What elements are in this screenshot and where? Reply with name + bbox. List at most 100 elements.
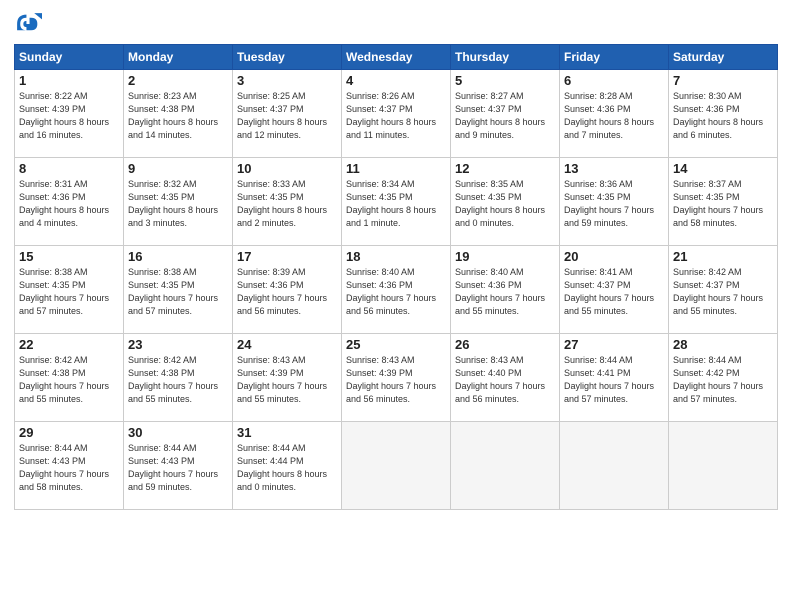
day-info: Sunrise: 8:35 AM Sunset: 4:35 PM Dayligh…: [455, 178, 555, 230]
page: SundayMondayTuesdayWednesdayThursdayFrid…: [0, 0, 792, 612]
day-info: Sunrise: 8:40 AM Sunset: 4:36 PM Dayligh…: [346, 266, 446, 318]
calendar-cell: 2 Sunrise: 8:23 AM Sunset: 4:38 PM Dayli…: [124, 70, 233, 158]
day-info: Sunrise: 8:22 AM Sunset: 4:39 PM Dayligh…: [19, 90, 119, 142]
calendar-cell: 27 Sunrise: 8:44 AM Sunset: 4:41 PM Dayl…: [560, 334, 669, 422]
calendar-body: 1 Sunrise: 8:22 AM Sunset: 4:39 PM Dayli…: [15, 70, 778, 510]
day-number: 15: [19, 249, 119, 264]
day-number: 29: [19, 425, 119, 440]
calendar-cell: 17 Sunrise: 8:39 AM Sunset: 4:36 PM Dayl…: [233, 246, 342, 334]
day-info: Sunrise: 8:43 AM Sunset: 4:39 PM Dayligh…: [346, 354, 446, 406]
day-number: 6: [564, 73, 664, 88]
day-number: 23: [128, 337, 228, 352]
calendar-week-2: 8 Sunrise: 8:31 AM Sunset: 4:36 PM Dayli…: [15, 158, 778, 246]
day-header-monday: Monday: [124, 45, 233, 70]
day-info: Sunrise: 8:44 AM Sunset: 4:42 PM Dayligh…: [673, 354, 773, 406]
day-number: 26: [455, 337, 555, 352]
calendar-cell: [342, 422, 451, 510]
day-info: Sunrise: 8:30 AM Sunset: 4:36 PM Dayligh…: [673, 90, 773, 142]
day-number: 31: [237, 425, 337, 440]
logo-icon: [14, 10, 42, 38]
calendar-cell: 14 Sunrise: 8:37 AM Sunset: 4:35 PM Dayl…: [669, 158, 778, 246]
day-number: 24: [237, 337, 337, 352]
calendar-week-5: 29 Sunrise: 8:44 AM Sunset: 4:43 PM Dayl…: [15, 422, 778, 510]
calendar-cell: 8 Sunrise: 8:31 AM Sunset: 4:36 PM Dayli…: [15, 158, 124, 246]
calendar-cell: 22 Sunrise: 8:42 AM Sunset: 4:38 PM Dayl…: [15, 334, 124, 422]
day-number: 22: [19, 337, 119, 352]
day-number: 3: [237, 73, 337, 88]
day-number: 12: [455, 161, 555, 176]
calendar-cell: 24 Sunrise: 8:43 AM Sunset: 4:39 PM Dayl…: [233, 334, 342, 422]
calendar-cell: 30 Sunrise: 8:44 AM Sunset: 4:43 PM Dayl…: [124, 422, 233, 510]
day-header-sunday: Sunday: [15, 45, 124, 70]
day-info: Sunrise: 8:43 AM Sunset: 4:39 PM Dayligh…: [237, 354, 337, 406]
calendar-cell: 26 Sunrise: 8:43 AM Sunset: 4:40 PM Dayl…: [451, 334, 560, 422]
day-header-friday: Friday: [560, 45, 669, 70]
calendar-cell: 9 Sunrise: 8:32 AM Sunset: 4:35 PM Dayli…: [124, 158, 233, 246]
day-info: Sunrise: 8:36 AM Sunset: 4:35 PM Dayligh…: [564, 178, 664, 230]
day-number: 5: [455, 73, 555, 88]
day-header-thursday: Thursday: [451, 45, 560, 70]
day-info: Sunrise: 8:26 AM Sunset: 4:37 PM Dayligh…: [346, 90, 446, 142]
day-info: Sunrise: 8:44 AM Sunset: 4:41 PM Dayligh…: [564, 354, 664, 406]
calendar-cell: 20 Sunrise: 8:41 AM Sunset: 4:37 PM Dayl…: [560, 246, 669, 334]
day-info: Sunrise: 8:42 AM Sunset: 4:38 PM Dayligh…: [128, 354, 228, 406]
calendar-cell: 29 Sunrise: 8:44 AM Sunset: 4:43 PM Dayl…: [15, 422, 124, 510]
day-info: Sunrise: 8:40 AM Sunset: 4:36 PM Dayligh…: [455, 266, 555, 318]
day-info: Sunrise: 8:42 AM Sunset: 4:38 PM Dayligh…: [19, 354, 119, 406]
day-info: Sunrise: 8:44 AM Sunset: 4:44 PM Dayligh…: [237, 442, 337, 494]
day-info: Sunrise: 8:28 AM Sunset: 4:36 PM Dayligh…: [564, 90, 664, 142]
day-info: Sunrise: 8:31 AM Sunset: 4:36 PM Dayligh…: [19, 178, 119, 230]
calendar-cell: 3 Sunrise: 8:25 AM Sunset: 4:37 PM Dayli…: [233, 70, 342, 158]
calendar-cell: 28 Sunrise: 8:44 AM Sunset: 4:42 PM Dayl…: [669, 334, 778, 422]
day-info: Sunrise: 8:34 AM Sunset: 4:35 PM Dayligh…: [346, 178, 446, 230]
calendar-cell: 23 Sunrise: 8:42 AM Sunset: 4:38 PM Dayl…: [124, 334, 233, 422]
calendar-week-3: 15 Sunrise: 8:38 AM Sunset: 4:35 PM Dayl…: [15, 246, 778, 334]
day-number: 20: [564, 249, 664, 264]
day-info: Sunrise: 8:38 AM Sunset: 4:35 PM Dayligh…: [128, 266, 228, 318]
day-info: Sunrise: 8:27 AM Sunset: 4:37 PM Dayligh…: [455, 90, 555, 142]
day-info: Sunrise: 8:32 AM Sunset: 4:35 PM Dayligh…: [128, 178, 228, 230]
day-number: 14: [673, 161, 773, 176]
day-number: 8: [19, 161, 119, 176]
calendar-cell: 5 Sunrise: 8:27 AM Sunset: 4:37 PM Dayli…: [451, 70, 560, 158]
day-number: 2: [128, 73, 228, 88]
day-number: 18: [346, 249, 446, 264]
day-info: Sunrise: 8:33 AM Sunset: 4:35 PM Dayligh…: [237, 178, 337, 230]
day-number: 17: [237, 249, 337, 264]
calendar-cell: [669, 422, 778, 510]
calendar-cell: [451, 422, 560, 510]
calendar-cell: 21 Sunrise: 8:42 AM Sunset: 4:37 PM Dayl…: [669, 246, 778, 334]
calendar-table: SundayMondayTuesdayWednesdayThursdayFrid…: [14, 44, 778, 510]
day-info: Sunrise: 8:39 AM Sunset: 4:36 PM Dayligh…: [237, 266, 337, 318]
day-number: 27: [564, 337, 664, 352]
header: [14, 10, 778, 38]
calendar-cell: 1 Sunrise: 8:22 AM Sunset: 4:39 PM Dayli…: [15, 70, 124, 158]
calendar-cell: [560, 422, 669, 510]
calendar-cell: 19 Sunrise: 8:40 AM Sunset: 4:36 PM Dayl…: [451, 246, 560, 334]
calendar-week-1: 1 Sunrise: 8:22 AM Sunset: 4:39 PM Dayli…: [15, 70, 778, 158]
day-number: 16: [128, 249, 228, 264]
logo: [14, 10, 46, 38]
day-number: 4: [346, 73, 446, 88]
day-header-tuesday: Tuesday: [233, 45, 342, 70]
day-number: 11: [346, 161, 446, 176]
day-number: 7: [673, 73, 773, 88]
calendar-cell: 25 Sunrise: 8:43 AM Sunset: 4:39 PM Dayl…: [342, 334, 451, 422]
day-header-wednesday: Wednesday: [342, 45, 451, 70]
day-number: 1: [19, 73, 119, 88]
calendar-cell: 16 Sunrise: 8:38 AM Sunset: 4:35 PM Dayl…: [124, 246, 233, 334]
day-number: 9: [128, 161, 228, 176]
day-info: Sunrise: 8:42 AM Sunset: 4:37 PM Dayligh…: [673, 266, 773, 318]
calendar-cell: 7 Sunrise: 8:30 AM Sunset: 4:36 PM Dayli…: [669, 70, 778, 158]
day-header-saturday: Saturday: [669, 45, 778, 70]
calendar-cell: 6 Sunrise: 8:28 AM Sunset: 4:36 PM Dayli…: [560, 70, 669, 158]
calendar-cell: 15 Sunrise: 8:38 AM Sunset: 4:35 PM Dayl…: [15, 246, 124, 334]
calendar-cell: 18 Sunrise: 8:40 AM Sunset: 4:36 PM Dayl…: [342, 246, 451, 334]
calendar-cell: 10 Sunrise: 8:33 AM Sunset: 4:35 PM Dayl…: [233, 158, 342, 246]
day-number: 21: [673, 249, 773, 264]
day-info: Sunrise: 8:38 AM Sunset: 4:35 PM Dayligh…: [19, 266, 119, 318]
day-info: Sunrise: 8:25 AM Sunset: 4:37 PM Dayligh…: [237, 90, 337, 142]
calendar-cell: 31 Sunrise: 8:44 AM Sunset: 4:44 PM Dayl…: [233, 422, 342, 510]
day-info: Sunrise: 8:44 AM Sunset: 4:43 PM Dayligh…: [19, 442, 119, 494]
day-info: Sunrise: 8:43 AM Sunset: 4:40 PM Dayligh…: [455, 354, 555, 406]
